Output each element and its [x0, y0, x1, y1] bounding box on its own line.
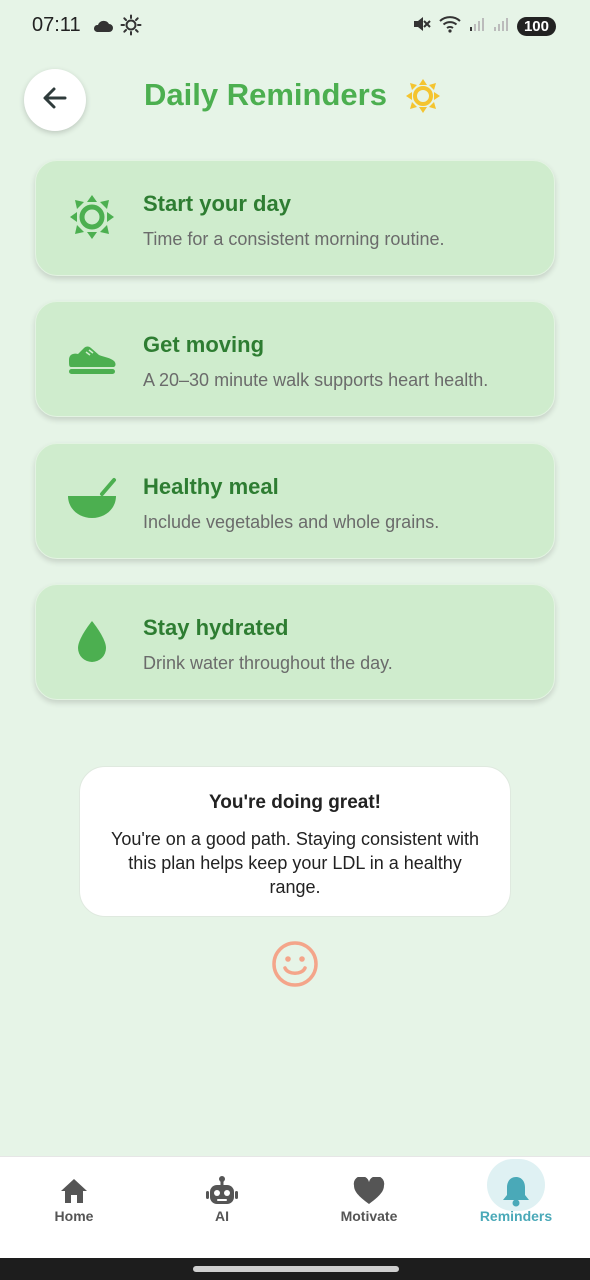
- reminder-description: Include vegetables and whole grains.: [143, 512, 440, 532]
- nav-label: Reminders: [479, 1208, 553, 1224]
- bottom-navigation: Home AI Motivate Reminders: [0, 1156, 590, 1259]
- encouragement-body: You're on a good path. Staying consisten…: [110, 829, 480, 897]
- reminder-title: Get moving: [143, 332, 265, 357]
- bowl-icon: [66, 474, 118, 526]
- battery-level: 100: [516, 16, 556, 36]
- reminder-card-start-day[interactable]: Start your day Time for a consistent mor…: [35, 160, 555, 276]
- reminder-description: Drink water throughout the day.: [143, 653, 393, 673]
- water-drop-icon: [66, 615, 118, 667]
- reminder-card-stay-hydrated[interactable]: Stay hydrated Drink water throughout the…: [35, 584, 555, 700]
- home-gesture-bar[interactable]: [193, 1266, 399, 1272]
- nav-ai[interactable]: AI: [148, 1157, 296, 1259]
- reminder-description: Time for a consistent morning routine.: [143, 229, 445, 249]
- reminder-title: Start your day: [143, 191, 291, 216]
- robot-icon: [202, 1171, 242, 1211]
- bell-icon: [496, 1171, 536, 1211]
- smile-icon: [270, 939, 320, 993]
- nav-label: AI: [215, 1208, 229, 1224]
- signal-icon: [469, 16, 485, 36]
- gesture-area: [0, 1258, 590, 1280]
- reminder-card-healthy-meal[interactable]: Healthy meal Include vegetables and whol…: [35, 443, 555, 559]
- heart-icon: [349, 1171, 389, 1211]
- page-title: Daily Reminders: [144, 77, 387, 112]
- nav-reminders[interactable]: Reminders: [442, 1157, 590, 1259]
- nav-label: Home: [54, 1208, 94, 1224]
- cloud-icon: [92, 18, 114, 37]
- encouragement-title: You're doing great!: [208, 792, 381, 813]
- nav-label: Motivate: [340, 1208, 398, 1224]
- reminder-title: Stay hydrated: [143, 615, 289, 640]
- mute-icon: [411, 14, 431, 38]
- arrow-left-icon: [41, 84, 69, 116]
- back-button[interactable]: [24, 69, 86, 131]
- sun-icon: [120, 14, 142, 40]
- reminder-description: A 20–30 minute walk supports heart healt…: [143, 370, 489, 390]
- sun-icon: [66, 191, 118, 243]
- home-icon: [54, 1171, 94, 1211]
- status-time: 07:11: [32, 14, 81, 36]
- sun-icon: [405, 78, 441, 118]
- sneaker-icon: [66, 332, 118, 384]
- nav-motivate[interactable]: Motivate: [295, 1157, 443, 1259]
- status-bar: 07:11 100: [0, 0, 590, 56]
- reminder-card-get-moving[interactable]: Get moving A 20–30 minute walk supports …: [35, 301, 555, 417]
- reminder-title: Healthy meal: [143, 474, 279, 499]
- nav-home[interactable]: Home: [0, 1157, 148, 1259]
- wifi-icon: [439, 15, 461, 37]
- signal-icon: [493, 16, 509, 36]
- encouragement-card: You're doing great! You're on a good pat…: [79, 766, 511, 917]
